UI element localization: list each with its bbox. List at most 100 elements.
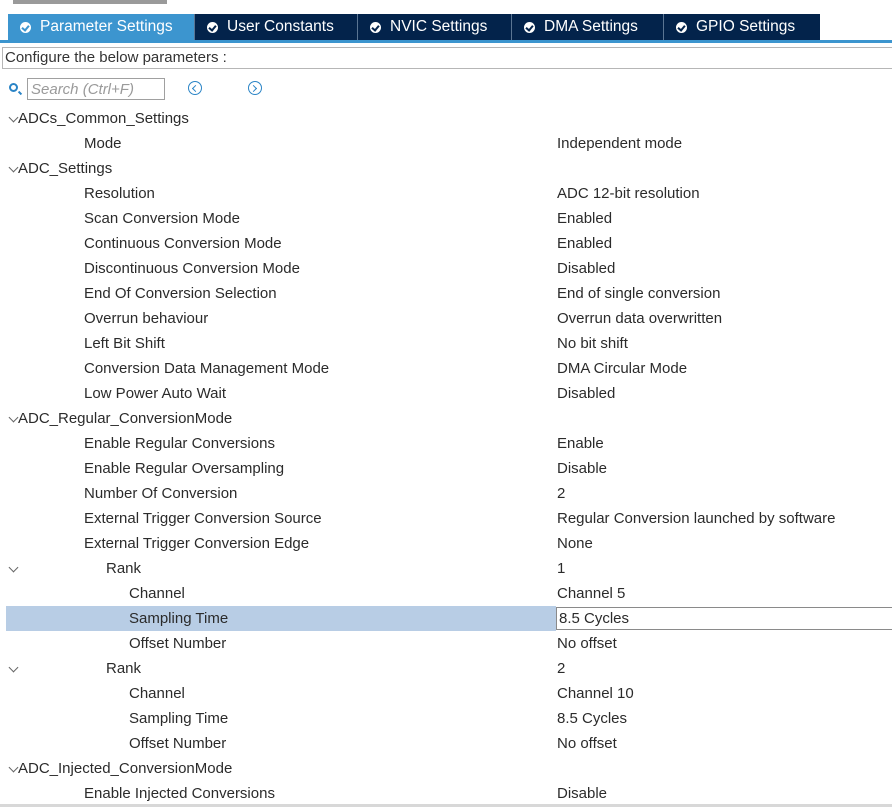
tab-label: GPIO Settings: [696, 18, 796, 35]
tree-label: Conversion Data Management Mode: [84, 360, 330, 377]
tree-value: Regular Conversion launched by software: [557, 510, 836, 527]
check-circle-icon: [370, 21, 381, 33]
tree-row[interactable]: Sampling Time 8.5 Cycles: [0, 706, 892, 731]
tree-value: Disable: [557, 785, 608, 802]
tree-label: ADCs_Common_Settings: [18, 110, 189, 127]
tree-label: Rank: [106, 560, 142, 577]
tab-dma-settings[interactable]: DMA Settings: [512, 14, 664, 40]
tree-row[interactable]: Offset Number No offset: [0, 731, 892, 756]
tree-label: Continuous Conversion Mode: [84, 235, 282, 252]
tree-row[interactable]: Mode Independent mode: [0, 131, 892, 156]
tree-row[interactable]: External Trigger Conversion Source Regula…: [0, 506, 892, 531]
tree-row[interactable]: Conversion Data Management Mode DMA Circu…: [0, 356, 892, 381]
chevron-down-icon[interactable]: [8, 662, 19, 673]
tree-label: Enable Regular Oversampling: [84, 460, 285, 477]
tree-value: No offset: [557, 635, 617, 652]
chevron-down-icon[interactable]: [8, 162, 19, 173]
tab-label: Parameter Settings: [40, 18, 173, 35]
tree-value: No bit shift: [557, 335, 628, 352]
tree-label: Channel: [129, 685, 185, 702]
tree-row[interactable]: Enable Regular Oversampling Disable: [0, 456, 892, 481]
tab-parameter-settings[interactable]: Parameter Settings: [8, 14, 195, 40]
tree-value: 2: [557, 485, 566, 502]
tree-group-row[interactable]: ADC_Settings: [0, 156, 892, 181]
tree-group-row[interactable]: ADC_Injected_ConversionMode: [0, 756, 892, 781]
tree-value: Enable: [557, 435, 604, 452]
tree-group-row[interactable]: Rank 2: [0, 656, 892, 681]
check-circle-icon: [207, 21, 218, 33]
tree-label: Overrun behaviour: [84, 310, 209, 327]
tree-value: Overrun data overwritten: [557, 310, 723, 327]
tree-row[interactable]: Low Power Auto Wait Disabled: [0, 381, 892, 406]
chevron-down-icon[interactable]: [8, 112, 19, 123]
tree-group-row[interactable]: ADC_Regular_ConversionMode: [0, 406, 892, 431]
tree-value: Enabled: [557, 210, 613, 227]
tab-label: User Constants: [227, 18, 334, 35]
tree-row[interactable]: Left Bit Shift No bit shift: [0, 331, 892, 356]
tree-label: External Trigger Conversion Edge: [84, 535, 310, 552]
tab-user-constants[interactable]: User Constants: [195, 14, 358, 40]
tree-row[interactable]: Continuous Conversion Mode Enabled: [0, 231, 892, 256]
tab-label: NVIC Settings: [390, 18, 488, 35]
tree-row[interactable]: Sampling Time 8.5 Cycles: [0, 606, 892, 631]
chevron-down-icon[interactable]: [8, 412, 19, 423]
tree-label: Offset Number: [129, 635, 227, 652]
search-row: [0, 76, 892, 102]
configure-caption: Configure the below parameters :: [2, 47, 892, 69]
tree-value: None: [557, 535, 593, 552]
tree-group-row[interactable]: ADCs_Common_Settings: [0, 106, 892, 131]
tree-label: Mode: [84, 135, 122, 152]
tree-label: Resolution: [84, 185, 155, 202]
tree-label: External Trigger Conversion Source: [84, 510, 322, 527]
tree-value: End of single conversion: [557, 285, 721, 302]
tree-label: Channel: [129, 585, 185, 602]
chevron-down-icon[interactable]: [8, 562, 19, 573]
tree-row[interactable]: End Of Conversion Selection End of single…: [0, 281, 892, 306]
tree-row[interactable]: Channel Channel 10: [0, 681, 892, 706]
tree-row[interactable]: Resolution ADC 12-bit resolution: [0, 181, 892, 206]
tree-label: Number Of Conversion: [84, 485, 238, 502]
tree-row[interactable]: Enable Regular Conversions Enable: [0, 431, 892, 456]
value-editor[interactable]: 8.5 Cycles: [556, 607, 892, 630]
parameter-tree: ADCs_Common_Settings Mode Independent mode…: [0, 106, 892, 807]
tree-label: Offset Number: [129, 735, 227, 752]
tree-row[interactable]: External Trigger Conversion Edge None: [0, 531, 892, 556]
chevron-down-icon[interactable]: [8, 762, 19, 773]
tree-value: 2: [557, 660, 566, 677]
tree-value: Disabled: [557, 385, 616, 402]
tab-gpio-settings[interactable]: GPIO Settings: [664, 14, 820, 40]
tree-value: Disable: [557, 460, 608, 477]
chevron-right-circle-icon[interactable]: [248, 81, 262, 95]
search-icon: [9, 83, 18, 92]
check-circle-icon: [20, 21, 31, 33]
tree-value: Channel 5: [557, 585, 626, 602]
tree-label: ADC_Settings: [18, 160, 113, 177]
tree-row[interactable]: Offset Number No offset: [0, 631, 892, 656]
search-input[interactable]: [27, 78, 165, 100]
chevron-left-circle-icon[interactable]: [188, 81, 202, 95]
tree-group-row[interactable]: Rank 1: [0, 556, 892, 581]
tree-label: Low Power Auto Wait: [84, 385, 227, 402]
tab-nvic-settings[interactable]: NVIC Settings: [358, 14, 512, 40]
tree-label: ADC_Regular_ConversionMode: [18, 410, 233, 427]
tree-row[interactable]: Overrun behaviour Overrun data overwritte…: [0, 306, 892, 331]
tree-label: Enable Regular Conversions: [84, 435, 275, 452]
tree-label: ADC_Injected_ConversionMode: [18, 760, 233, 777]
window-top-strip: [13, 0, 167, 4]
tree-value: Channel 10: [557, 685, 634, 702]
tree-value: Independent mode: [557, 135, 683, 152]
tree-value: DMA Circular Mode: [557, 360, 688, 377]
tab-label: DMA Settings: [544, 18, 638, 35]
tree-row[interactable]: Scan Conversion Mode Enabled: [0, 206, 892, 231]
tree-row[interactable]: Enable Injected Conversions Disable: [0, 781, 892, 806]
tree-label: End Of Conversion Selection: [84, 285, 277, 302]
selection-highlight: [6, 606, 556, 631]
tree-row[interactable]: Channel Channel 5: [0, 581, 892, 606]
tree-label: Left Bit Shift: [84, 335, 165, 352]
tree-value: ADC 12-bit resolution: [557, 185, 700, 202]
tree-row[interactable]: Discontinuous Conversion Mode Disabled: [0, 256, 892, 281]
tree-label: Discontinuous Conversion Mode: [84, 260, 300, 277]
tree-value: Enabled: [557, 235, 613, 252]
tree-label: Sampling Time: [129, 610, 229, 627]
tree-row[interactable]: Number Of Conversion 2: [0, 481, 892, 506]
